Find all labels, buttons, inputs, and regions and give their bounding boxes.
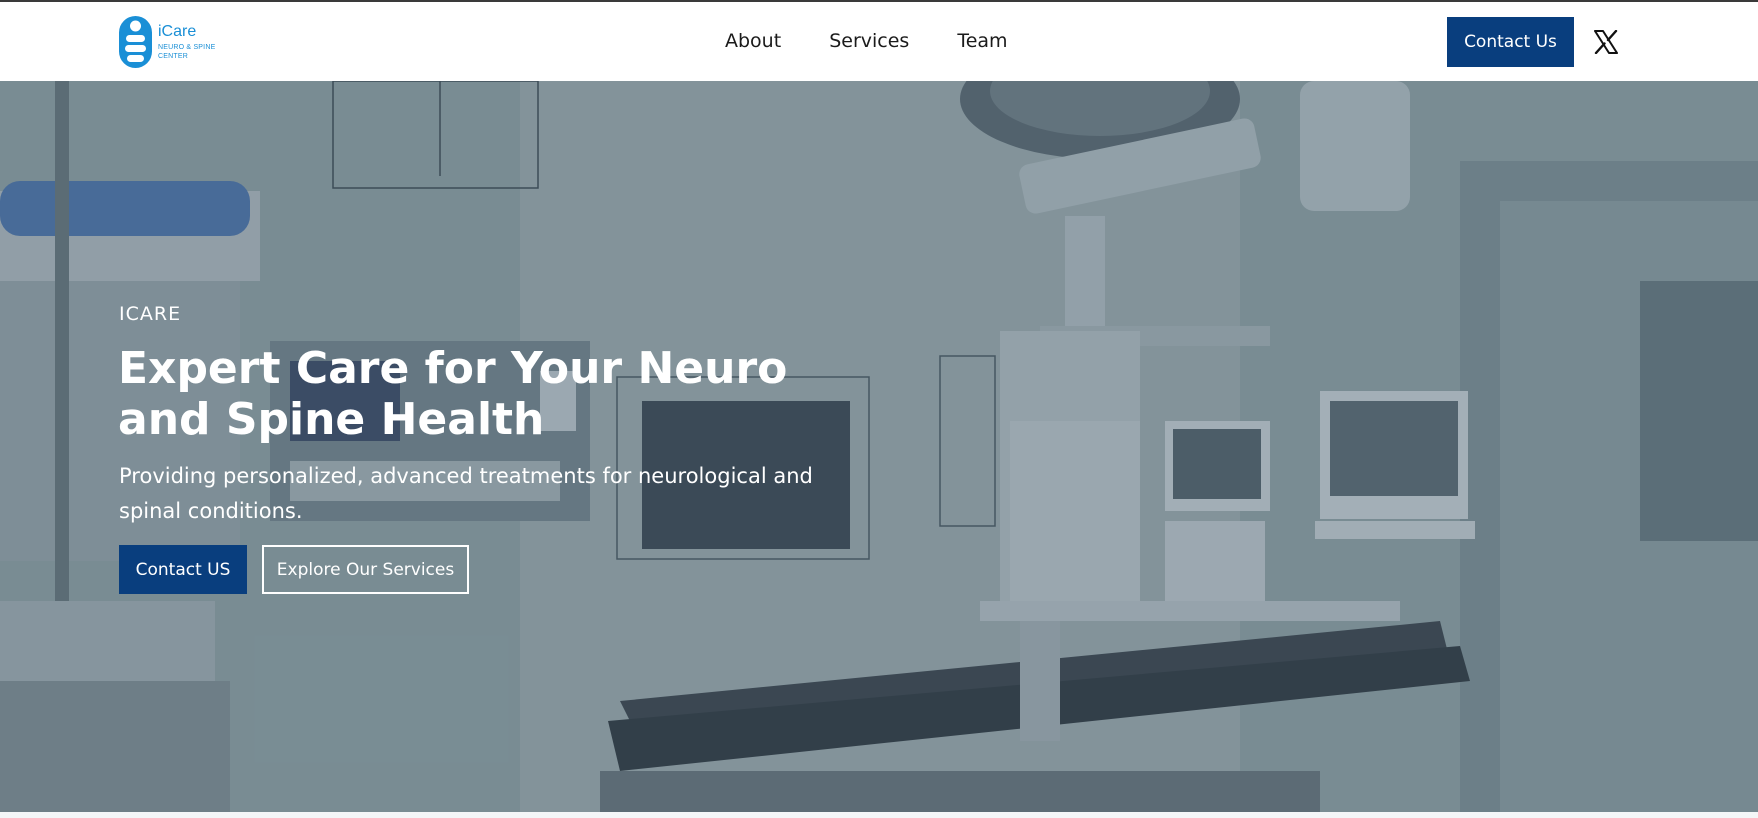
nav-team[interactable]: Team [957,30,1007,52]
hero-title: Expert Care for Your Neuro and Spine Hea… [118,343,788,445]
site-header: iCare NEURO & SPINE CENTER About Service… [0,2,1758,81]
hero-section: ICARE Expert Care for Your Neuro and Spi… [0,81,1758,812]
explore-services-button[interactable]: Explore Our Services [262,545,469,594]
spine-logo-icon [119,16,152,68]
hero-contact-button[interactable]: Contact US [119,545,247,594]
logo-brand-name: iCare [158,22,197,40]
nav-about[interactable]: About [725,30,781,52]
x-social-link[interactable] [1594,29,1618,55]
hero-eyebrow: ICARE [119,303,182,325]
site-logo[interactable]: iCare NEURO & SPINE CENTER [119,16,215,68]
logo-subtitle-line1: NEURO & SPINE [158,43,216,51]
hero-subtitle: Providing personalized, advanced treatme… [119,464,813,523]
header-contact-button[interactable]: Contact Us [1447,17,1574,67]
main-nav: About Services Team [725,30,1056,52]
logo-subtitle-line2: CENTER [158,52,188,60]
x-icon [1594,29,1618,55]
logo-text: iCare NEURO & SPINE CENTER [158,22,216,61]
nav-services[interactable]: Services [829,30,909,52]
hero-overlay [0,81,1758,812]
